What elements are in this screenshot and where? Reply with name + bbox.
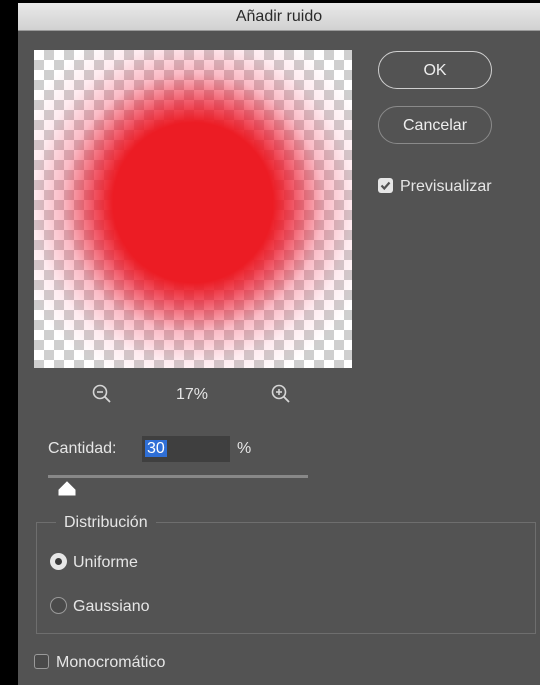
zoom-out-icon[interactable] [91, 383, 113, 410]
preview-red-blur [34, 50, 352, 368]
radio-uniform[interactable]: Uniforme [50, 553, 138, 572]
checkbox-unchecked-icon[interactable] [34, 654, 49, 669]
amount-unit: % [237, 440, 252, 457]
preview-checkbox[interactable]: Previsualizar [378, 178, 492, 196]
cancel-button[interactable]: Cancelar [378, 106, 492, 144]
ok-button[interactable]: OK [378, 51, 492, 89]
checkbox-checked-icon[interactable] [378, 178, 393, 193]
zoom-in-icon[interactable] [270, 383, 292, 410]
zoom-controls: 17% [34, 383, 352, 407]
distribution-group [36, 522, 536, 634]
zoom-level: 17% [175, 386, 209, 403]
preview-canvas[interactable] [34, 50, 352, 368]
radio-gaussian-label: Gaussiano [73, 598, 150, 615]
distribution-legend: Distribución [56, 514, 156, 532]
monochrome-checkbox[interactable]: Monocromático [34, 654, 165, 672]
preview-checkbox-label: Previsualizar [400, 178, 492, 195]
amount-slider-track[interactable] [48, 475, 308, 478]
radio-gaussian[interactable]: Gaussiano [50, 597, 150, 616]
amount-input[interactable]: 30 [142, 436, 230, 462]
radio-uniform-label: Uniforme [73, 554, 138, 571]
amount-value: 30 [145, 440, 167, 457]
dialog-title: Añadir ruido [18, 3, 540, 31]
radio-unselected-icon[interactable] [50, 597, 67, 614]
monochrome-label: Monocromático [56, 654, 166, 671]
radio-selected-icon[interactable] [50, 553, 67, 570]
amount-label: Cantidad: [48, 440, 117, 457]
